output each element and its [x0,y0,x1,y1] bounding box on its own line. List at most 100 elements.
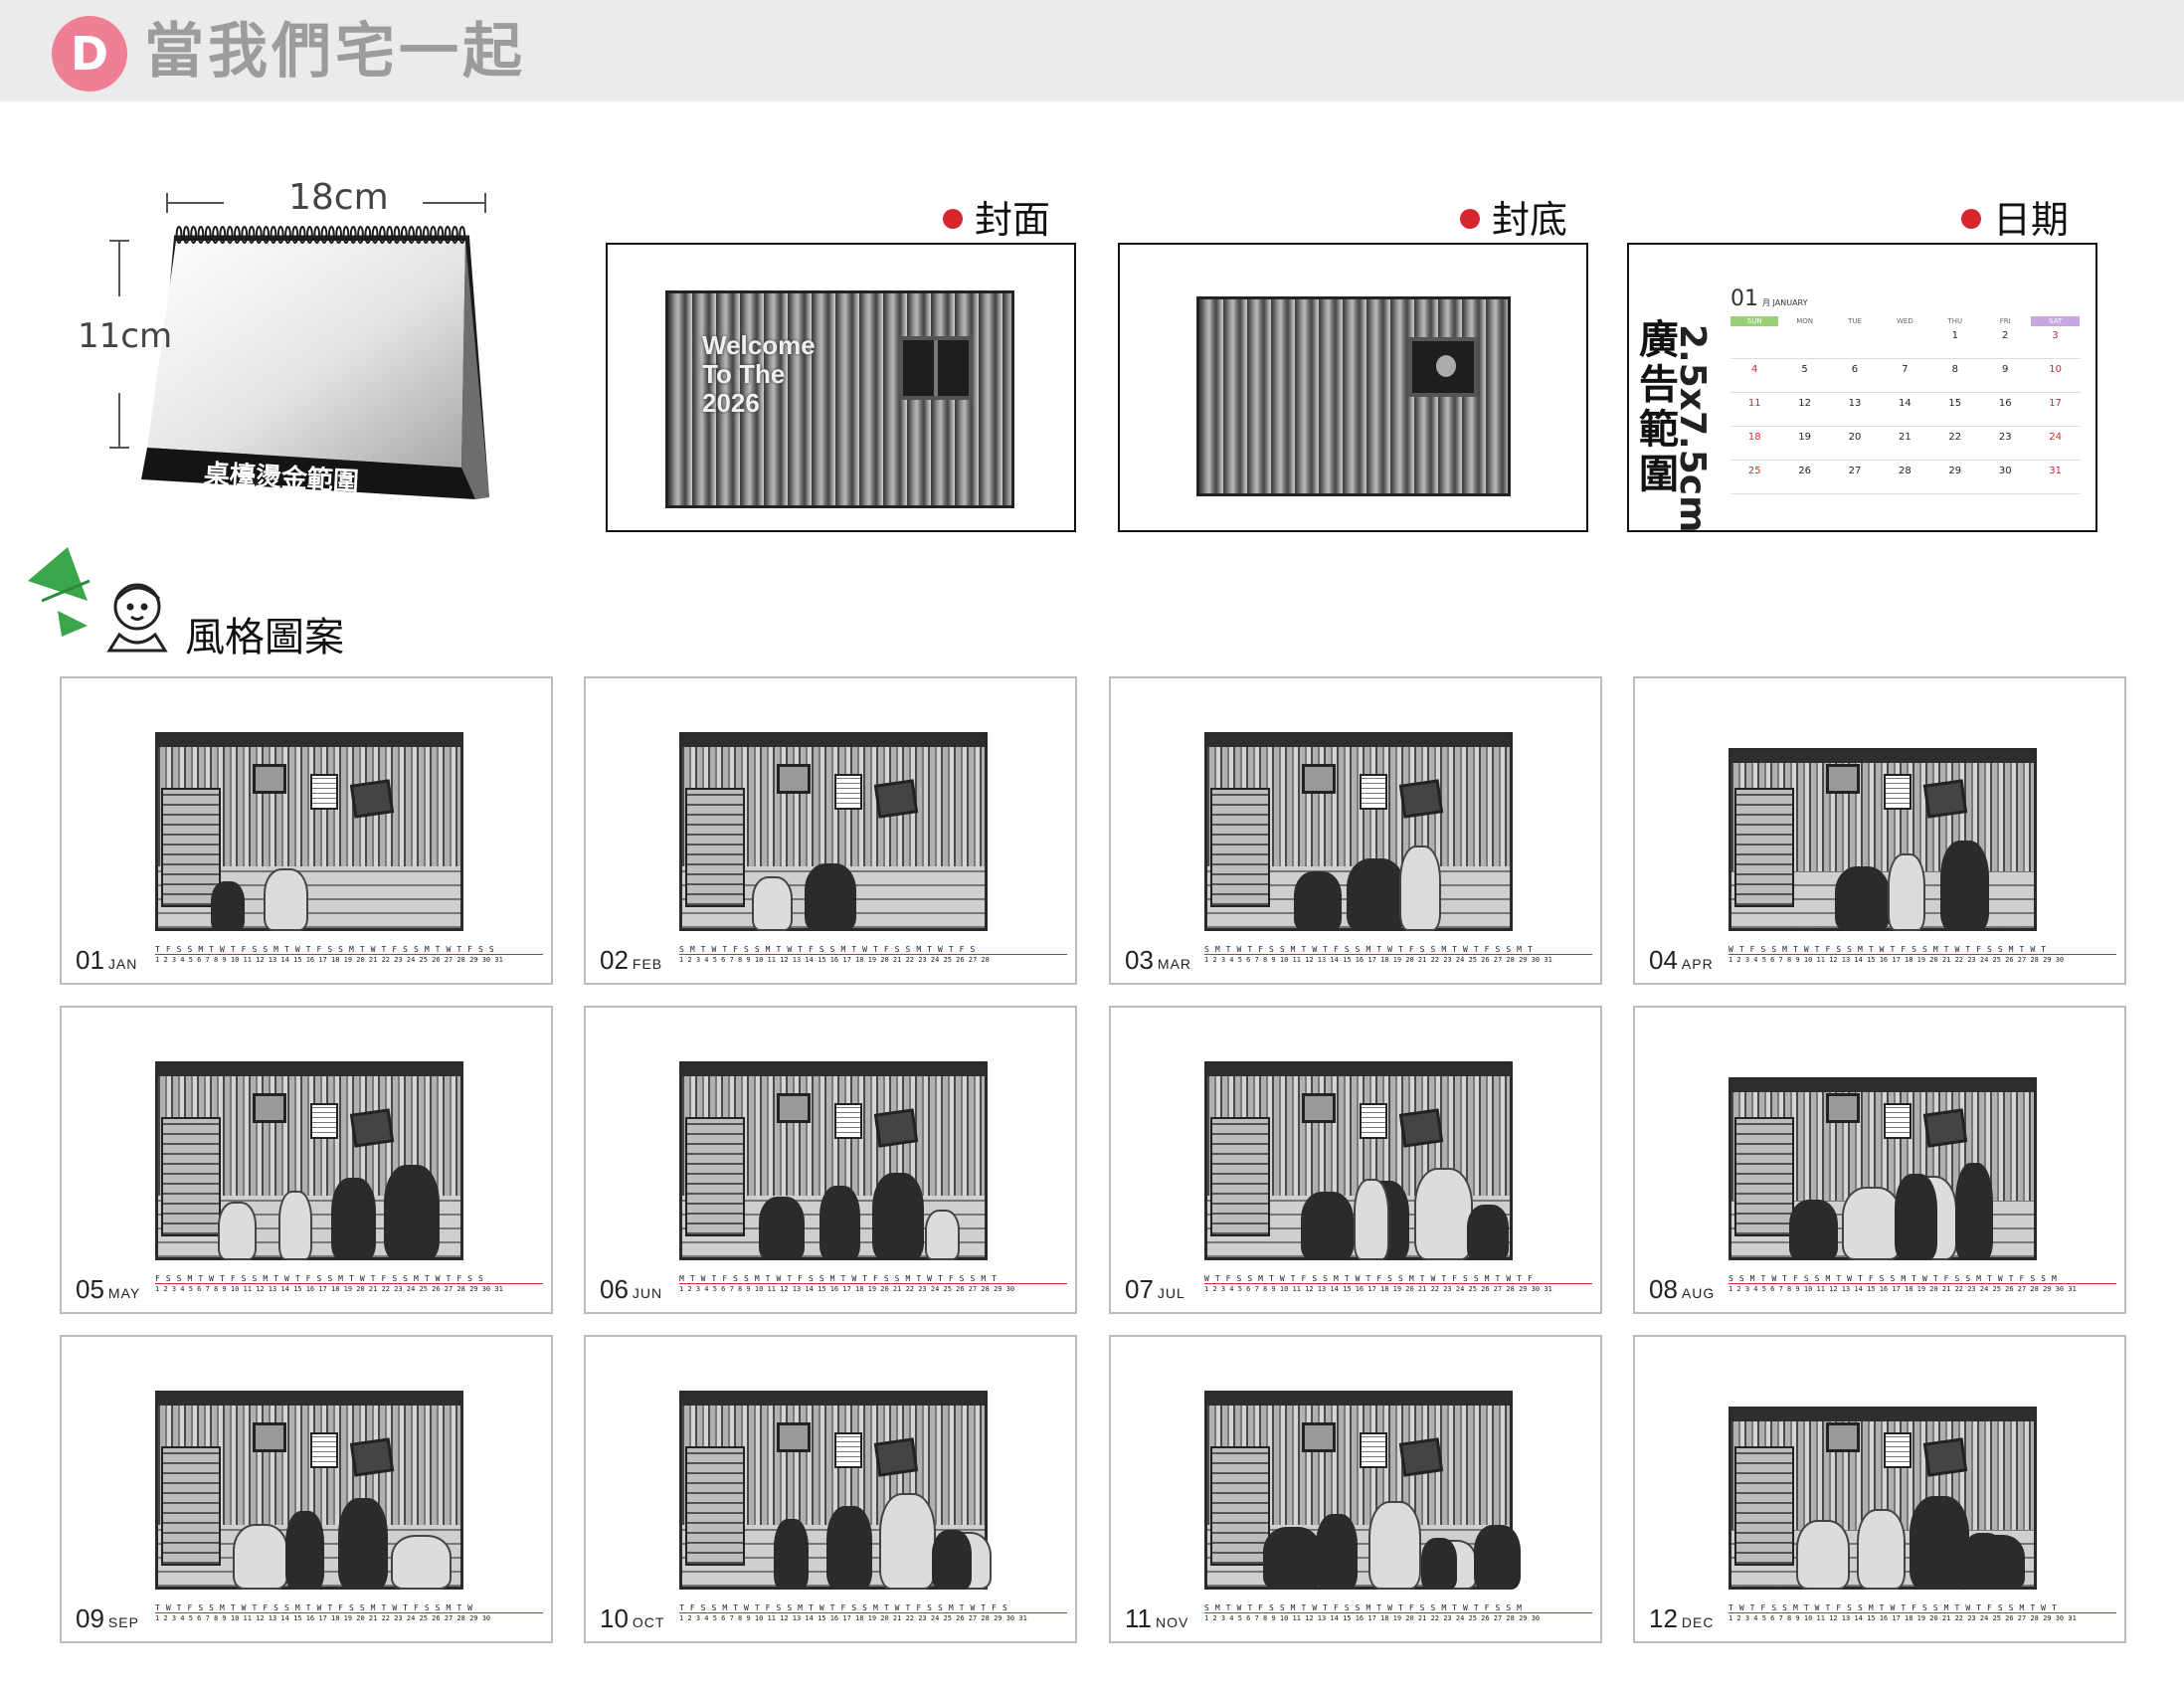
month-day-strip: M T W T F S S M T W T F S S M T W T F S … [679,1274,1067,1293]
animal-figure [879,1493,936,1590]
cover-preview[interactable] [606,243,1076,532]
animal-figure [233,1524,288,1590]
cabinet-illustration [685,1446,745,1566]
animal-figure [774,1519,809,1590]
date-cell: 1 [1951,330,1958,341]
date-section-label: 日期 [1961,189,2069,244]
date-cell: 22 [1948,432,1962,443]
month-card[interactable]: 01 JAN T F S S M T W T F S S M T W T F S S… [60,676,553,985]
animal-figure [1857,1509,1906,1590]
month-card[interactable]: 11 NOV S M T W T F S S M T W T F S S M T W… [1109,1335,1602,1643]
cabinet-illustration [1734,1117,1794,1236]
month-day-strip: S S M T W T F S S M T W T F S S M T W T … [1729,1274,2116,1293]
date-cell: 15 [1948,398,1962,409]
month-card[interactable]: 08 AUG S S M T W T F S S M T W T F S S M T… [1633,1006,2126,1314]
date-cell: 9 [2002,364,2009,375]
ad-area-size: 2.5x7.5cm [1672,324,1713,533]
month-card[interactable]: 09 SEP T W T F S S M T W T F S S M T W T F… [60,1335,553,1643]
cover-section-label: 封面 [943,189,1050,244]
section-badge: D [52,16,127,92]
month-card[interactable]: 06 JUN M T W T F S S M T W T F S S M T W T… [584,1006,1077,1314]
month-label: 10 OCT [600,1603,665,1633]
animal-figure [1842,1187,1902,1260]
animal-figure [384,1165,440,1260]
red-dot-icon [1961,208,1981,229]
date-cell: 10 [2049,364,2062,375]
date-cell: 28 [1899,466,1911,476]
date-cell: 30 [1998,466,2012,476]
date-cell: 14 [1899,398,1911,409]
animal-figure [1399,846,1441,931]
month-label: 03 MAR [1125,945,1192,975]
animal-figure [331,1178,376,1260]
width-dimension-label: 18cm [288,177,389,218]
month-day-strip: W T F S S M T W T F S S M T W T F S S M … [1204,1274,1592,1293]
date-cell: 6 [1851,364,1859,375]
animal-figure [1421,1538,1457,1590]
page-title: 當我們宅一起 [144,17,526,87]
month-day-strip: T W T F S S M T W T F S S M T W T F S S … [1729,1603,2116,1622]
month-day-strip: S M T W T F S S M T W T F S S M T W T F … [1204,1603,1592,1622]
month-day-strip: T W T F S S M T W T F S S M T W T F S S … [155,1603,543,1622]
month-card[interactable]: 02 FEB S M T W T F S S M T W T F S S M T W… [584,676,1077,985]
cabinet-illustration [1210,788,1270,907]
cabinet-illustration [685,788,745,907]
cabinet-illustration [161,788,221,907]
back-preview[interactable] [1118,243,1588,532]
animal-figure [1354,1179,1389,1260]
month-label: 04 APR [1649,945,1714,975]
weekday-header: WED [1897,317,1913,325]
weekday-header: MON [1796,317,1813,325]
month-day-strip: T F S S M T W T F S S M T W T F S S M T … [155,945,543,964]
animal-figure [1895,1174,1937,1260]
date-cell: 7 [1902,364,1909,375]
animal-figure [338,1498,388,1590]
date-cell: 11 [1747,398,1761,409]
cabinet-illustration [1734,1446,1794,1566]
month-card[interactable]: 10 OCT T F S S M T W T F S S M T W T F S S… [584,1335,1077,1643]
date-cell: 21 [1899,432,1911,443]
month-card[interactable]: 12 DEC T W T F S S M T W T F S S M T W T F… [1633,1335,2126,1643]
date-cell: 2 [2002,330,2009,341]
animal-figure [1796,1520,1850,1590]
month-label: 09 SEP [76,1603,139,1633]
date-cell: 29 [1948,466,1962,476]
month-label: 11 NOV [1125,1603,1189,1633]
weekday-header: FRI [1999,317,2011,325]
animal-figure [826,1506,872,1590]
animal-figure [1347,858,1405,931]
month-day-strip: T F S S M T W T F S S M T W T F S S M T … [679,1603,1067,1622]
cabinet-illustration [1734,788,1794,907]
month-card[interactable]: 07 JUL W T F S S M T W T F S S M T W T F S… [1109,1006,1602,1314]
back-section-label: 封底 [1460,189,1567,244]
month-card[interactable]: 03 MAR S M T W T F S S M T W T F S S M T W… [1109,676,1602,985]
cabinet-illustration [1210,1117,1270,1236]
month-card[interactable]: 05 MAY F S S M T W T F S S M T W T F S S M… [60,1006,553,1314]
animal-figure [805,863,856,931]
animal-figure [1368,1501,1421,1590]
red-dot-icon [1460,208,1480,229]
green-arrow-icon [18,541,97,641]
cabinet-illustration [685,1117,745,1236]
animal-figure [759,1197,805,1260]
date-cell: 5 [1801,364,1808,375]
animal-figure [1789,1200,1838,1260]
animal-figure [932,1530,972,1590]
animal-figure [1474,1525,1521,1590]
cover-text: Welcome To The 2026 [702,330,816,418]
animal-figure [1294,871,1342,931]
animal-figure [211,881,245,931]
animal-figure [264,868,308,931]
month-card[interactable]: 04 APR W T F S S M T W T F S S M T W T F S… [1633,676,2126,985]
date-calendar-grid: SUN MON TUE WED THU FRI SAT 1 2 3 4 5 6 7 8 9 10 11 12 13 14… [1730,316,2082,511]
animal-figure [1316,1514,1358,1590]
month-label: 05 MAY [76,1274,141,1304]
date-cell: 24 [2049,432,2062,443]
animal-figure [391,1535,452,1590]
cabinet-illustration [161,1117,221,1236]
animal-figure [285,1511,324,1590]
weekday-header: THU [1947,317,1963,325]
month-label: 06 JUN [600,1274,663,1304]
animal-figure [1414,1168,1473,1260]
date-cell: 12 [1798,398,1811,409]
